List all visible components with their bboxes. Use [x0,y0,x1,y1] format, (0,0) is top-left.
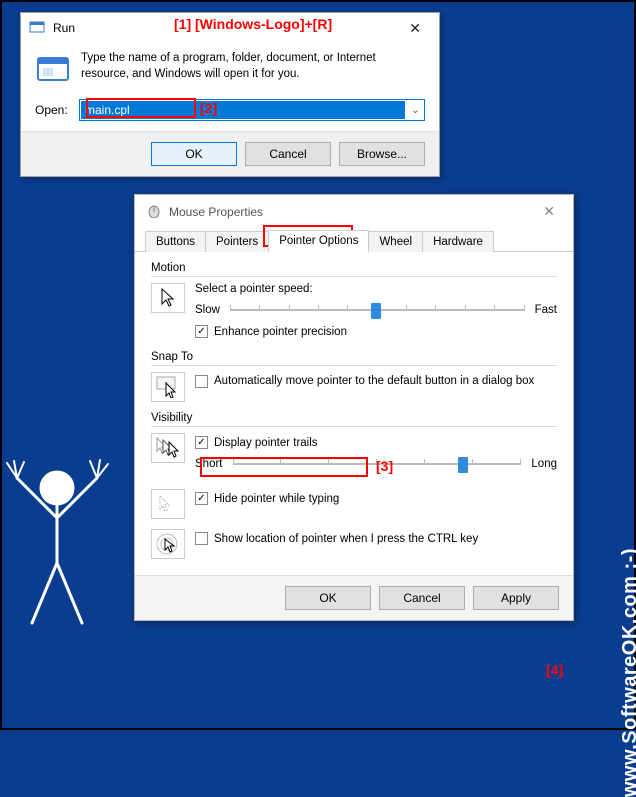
hide-label: Hide pointer while typing [214,493,339,505]
speed-slider[interactable] [230,301,525,319]
ctrl-label: Show location of pointer when I press th… [214,533,478,545]
decorative-stickfigure [2,438,132,638]
hide-checkbox[interactable]: ✓ [195,492,208,505]
snapto-cursor-icon [151,372,185,402]
tab-pointer-options[interactable]: Pointer Options [268,230,369,252]
enhance-label: Enhance pointer precision [214,326,347,338]
tab-buttons[interactable]: Buttons [145,231,206,252]
annotation-1: [1] [Windows-Logo]+[R] [174,16,332,32]
mouse-button-row: OK Cancel Apply [135,575,573,620]
ctrl-cursor-icon [151,529,185,559]
annotation-3: [3] [376,458,393,474]
open-combobox[interactable]: main.cpl ⌄ [79,99,425,121]
trails-checkbox[interactable]: ✓ [195,436,208,449]
close-icon[interactable]: ✕ [401,20,429,37]
fast-label: Fast [535,304,557,316]
mouse-title: Mouse Properties [169,205,537,219]
trails-cursor-icon [151,433,185,463]
mouse-titlebar[interactable]: Mouse Properties ✕ [135,195,573,228]
group-visibility-title: Visibility [151,412,557,424]
annotation-4: [4] [546,662,563,678]
run-dialog: Run ✕ Type the name of a program, folder… [20,12,440,177]
cancel-button[interactable]: Cancel [245,142,331,166]
cancel-button[interactable]: Cancel [379,586,465,610]
run-button-row: OK Cancel Browse... [21,131,439,176]
tab-wheel[interactable]: Wheel [368,231,423,252]
long-label: Long [531,458,557,470]
snapto-label: Automatically move pointer to the defaul… [214,375,534,387]
open-value[interactable]: main.cpl [81,101,405,119]
group-motion-title: Motion [151,262,557,274]
run-description: Type the name of a program, folder, docu… [81,51,425,87]
motion-label: Select a pointer speed: [195,283,557,295]
ok-button[interactable]: OK [285,586,371,610]
browse-button[interactable]: Browse... [339,142,425,166]
trails-label: Display pointer trails [214,437,318,449]
snapto-checkbox[interactable] [195,375,208,388]
group-visibility: Visibility ✓ Display pointer trails [151,412,557,559]
group-motion: Motion Select a pointer speed: Slow [151,262,557,341]
ctrl-checkbox[interactable] [195,532,208,545]
mouse-properties-dialog: Mouse Properties ✕ Buttons Pointers Poin… [134,194,574,621]
close-icon[interactable]: ✕ [537,203,561,220]
open-label: Open: [35,103,79,117]
ok-button[interactable]: OK [151,142,237,166]
short-label: Short [195,458,223,470]
annotation-2: [2] [200,100,217,116]
run-icon [29,19,47,37]
slow-label: Slow [195,304,220,316]
cursor-icon [151,283,185,313]
run-program-icon [35,51,71,87]
group-snapto: Snap To Automatically move pointer to th… [151,351,557,402]
apply-button[interactable]: Apply [473,586,559,610]
watermark-text: www.SoftwareOK.com :-) [619,548,636,797]
tabstrip: Buttons Pointers Pointer Options Wheel H… [135,228,573,252]
hide-cursor-icon [151,489,185,519]
tab-hardware[interactable]: Hardware [422,231,494,252]
group-snapto-title: Snap To [151,351,557,363]
chevron-down-icon[interactable]: ⌄ [406,105,424,116]
mouse-icon [147,204,163,220]
tab-pointers[interactable]: Pointers [205,231,269,252]
enhance-checkbox[interactable]: ✓ [195,325,208,338]
